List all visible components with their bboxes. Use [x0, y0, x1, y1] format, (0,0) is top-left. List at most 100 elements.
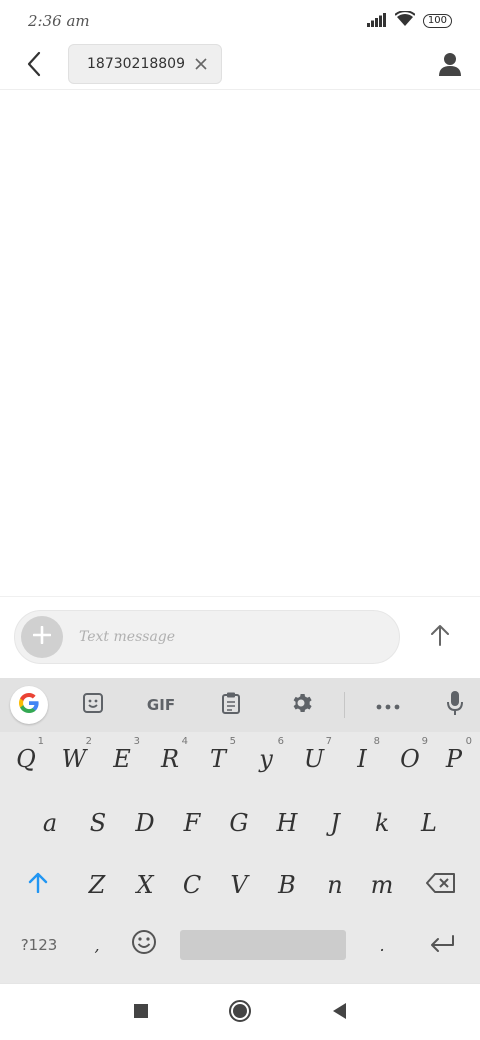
key-hint: 7: [325, 736, 332, 747]
gif-button[interactable]: GIF: [140, 686, 182, 724]
key-label: y: [259, 745, 273, 773]
period-key[interactable]: .: [358, 920, 406, 970]
key-h[interactable]: H: [263, 798, 311, 848]
key-l[interactable]: L: [405, 798, 453, 848]
toolbar-divider: [344, 692, 345, 718]
voice-input-button[interactable]: [436, 686, 474, 724]
key-v[interactable]: V: [215, 860, 263, 910]
recipient-chip[interactable]: 18730218809: [68, 44, 222, 84]
key-row-2: a S D F G H J k L: [0, 798, 480, 856]
keyboard-toolbar: GIF: [0, 678, 480, 732]
key-hint: 5: [229, 736, 236, 747]
conversation-header: 18730218809: [0, 42, 480, 90]
battery-indicator: 100: [422, 14, 452, 28]
recipient-number: 18730218809: [87, 56, 185, 72]
google-g-icon: [17, 691, 41, 719]
triangle-back-icon: [331, 1002, 347, 1024]
key-row-4: ?123 , .: [0, 920, 480, 978]
compose-field: [14, 610, 400, 664]
remove-recipient-button[interactable]: [191, 54, 211, 74]
space-key[interactable]: [180, 930, 346, 960]
shift-key[interactable]: [10, 860, 66, 910]
key-g[interactable]: G: [215, 798, 263, 848]
key-z[interactable]: Z: [73, 860, 121, 910]
more-horizontal-icon: [376, 696, 400, 714]
recents-button[interactable]: [126, 998, 156, 1028]
navigation-bar: [0, 983, 480, 1040]
key-k[interactable]: k: [358, 798, 406, 848]
comma-key[interactable]: ,: [74, 920, 120, 970]
key-f[interactable]: F: [168, 798, 216, 848]
back-arrow-icon: [26, 51, 42, 81]
circle-icon: [228, 999, 252, 1027]
key-e[interactable]: E3: [98, 734, 146, 784]
person-icon: [439, 52, 461, 80]
attach-button[interactable]: [21, 616, 63, 658]
sticker-button[interactable]: [74, 686, 112, 724]
key-m[interactable]: m: [358, 860, 406, 910]
key-o[interactable]: O9: [386, 734, 434, 784]
key-t[interactable]: T5: [194, 734, 242, 784]
google-search-button[interactable]: [10, 686, 48, 724]
key-y[interactable]: y6: [242, 734, 290, 784]
wifi-icon: [394, 10, 416, 31]
square-icon: [133, 1003, 149, 1023]
enter-key[interactable]: [414, 920, 470, 970]
compose-bar: [0, 596, 480, 678]
arrow-up-icon: [430, 624, 450, 650]
key-label: W: [61, 745, 87, 773]
emoji-key[interactable]: [120, 920, 168, 970]
home-button[interactable]: [225, 998, 255, 1028]
key-hint: 9: [421, 736, 428, 747]
signal-icon: [366, 12, 387, 31]
key-label: Q: [16, 745, 36, 773]
key-label: E: [113, 745, 131, 773]
key-row-1: Q1 W2 E3 R4 T5 y6 U7 I8 O9 P0: [0, 734, 480, 792]
keyboard: GIF Q1 W2 E3 R4 T5 y6 U7 I 8 O 9 P 0 a S…: [0, 678, 480, 983]
microphone-icon: [446, 690, 464, 720]
key-a[interactable]: a: [26, 798, 74, 848]
key-c[interactable]: C: [168, 860, 216, 910]
key-label: R: [160, 745, 180, 773]
key-w[interactable]: W2: [50, 734, 98, 784]
clipboard-icon: [221, 691, 241, 719]
key-hint: 6: [277, 736, 284, 747]
key-p[interactable]: P0: [430, 734, 478, 784]
contact-button[interactable]: [434, 50, 466, 82]
key-hint: 2: [85, 736, 92, 747]
status-bar: 2:36 am 100: [0, 0, 480, 42]
settings-button[interactable]: [282, 686, 320, 724]
key-n[interactable]: n: [311, 860, 359, 910]
key-hint: 1: [37, 736, 44, 747]
backspace-key[interactable]: [412, 860, 470, 910]
key-i[interactable]: I8: [338, 734, 386, 784]
message-input[interactable]: [79, 629, 359, 645]
emoji-icon: [131, 929, 157, 961]
key-s[interactable]: S: [74, 798, 122, 848]
key-label: U: [303, 745, 325, 773]
key-q[interactable]: Q1: [2, 734, 50, 784]
close-icon: [195, 55, 207, 74]
enter-icon: [429, 931, 455, 959]
plus-icon: [32, 625, 52, 648]
send-button[interactable]: [422, 619, 458, 655]
key-b[interactable]: B: [263, 860, 311, 910]
key-hint: 0: [465, 736, 472, 747]
back-button[interactable]: [18, 50, 50, 82]
key-hint: 4: [181, 736, 188, 747]
key-j[interactable]: J: [311, 798, 359, 848]
key-hint: 8: [373, 736, 380, 747]
key-hint: 3: [133, 736, 140, 747]
key-label: P: [445, 745, 463, 773]
gear-icon: [289, 691, 313, 719]
key-d[interactable]: D: [121, 798, 169, 848]
symbols-key[interactable]: ?123: [6, 920, 72, 970]
key-label: I: [357, 745, 367, 773]
key-x[interactable]: X: [121, 860, 169, 910]
key-r[interactable]: R4: [146, 734, 194, 784]
key-u[interactable]: U7: [290, 734, 338, 784]
status-icons: 100: [366, 10, 452, 31]
back-nav-button[interactable]: [324, 998, 354, 1028]
clipboard-button[interactable]: [212, 686, 250, 724]
more-button[interactable]: [369, 686, 407, 724]
